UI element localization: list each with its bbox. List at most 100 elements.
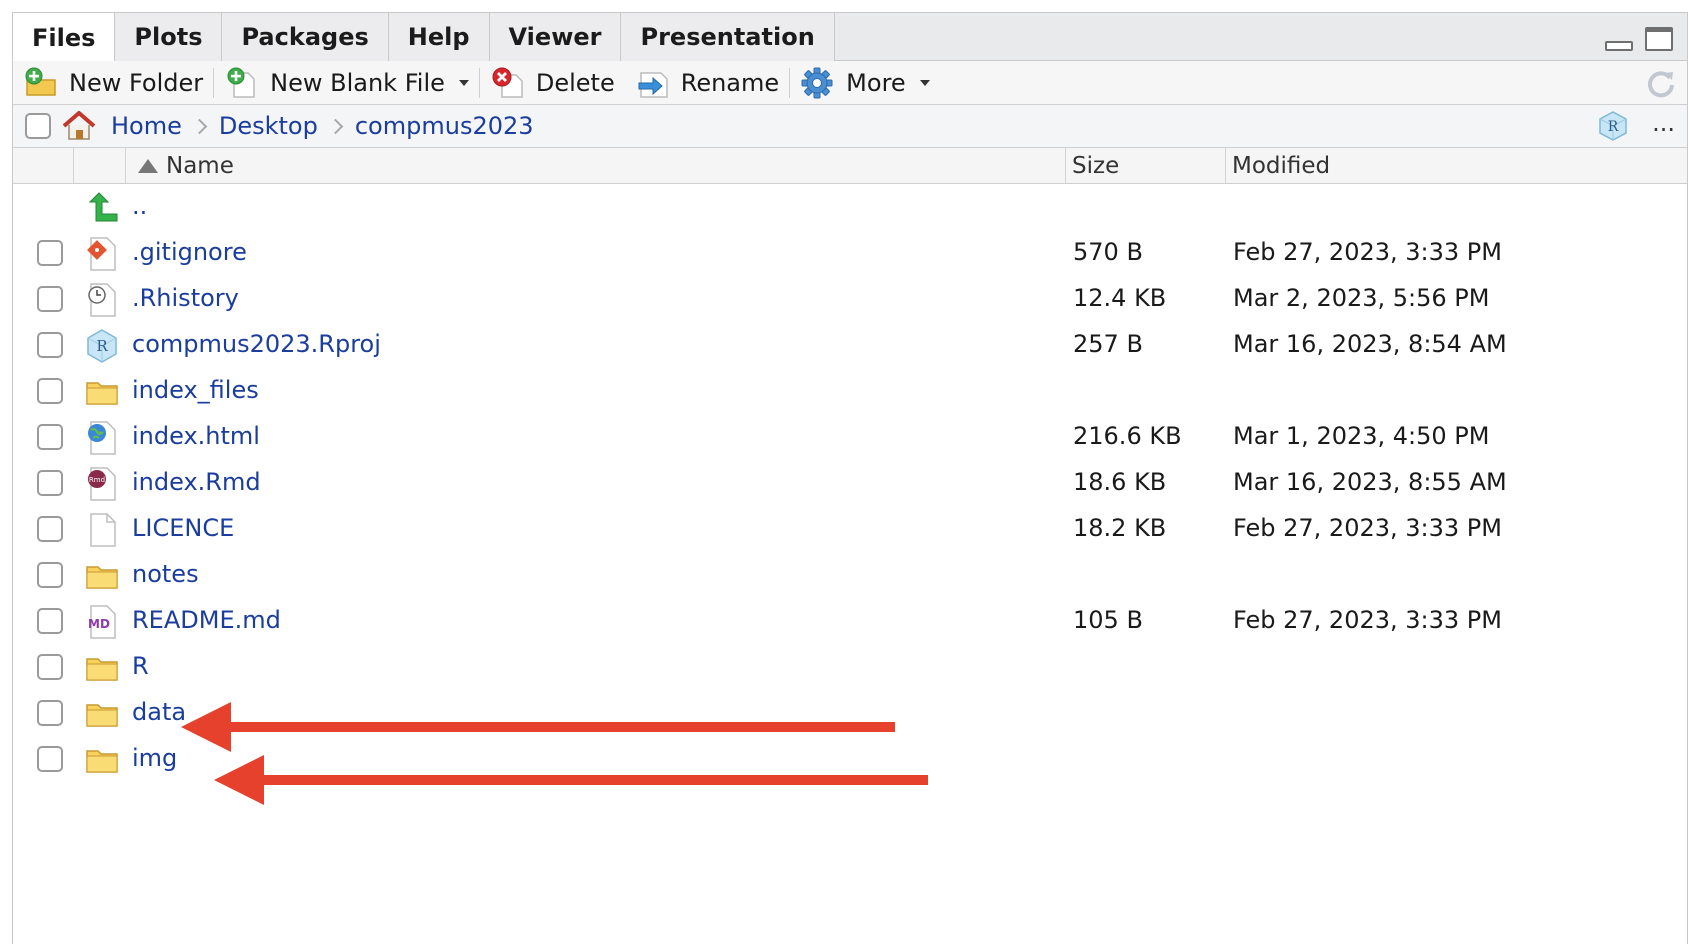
git-file-icon [85, 236, 119, 272]
file-modified: Feb 27, 2023, 3:33 PM [1233, 606, 1502, 634]
more-label: More [846, 68, 906, 97]
file-row[interactable]: .Rhistory 12.4 KB Mar 2, 2023, 5:56 PM [13, 277, 1687, 323]
row-checkbox[interactable] [37, 332, 63, 358]
home-icon[interactable] [61, 110, 97, 142]
new-file-icon [224, 67, 260, 99]
rename-button[interactable]: Rename [625, 63, 789, 103]
tab-viewer[interactable]: Viewer [489, 13, 622, 61]
file-row[interactable]: img [13, 737, 1687, 783]
folder-icon [85, 374, 119, 410]
new-blank-file-button[interactable]: New Blank File [214, 63, 479, 103]
files-pane: Files Plots Packages Help Viewer Present… [12, 12, 1688, 944]
file-name-link[interactable]: compmus2023.Rproj [132, 330, 381, 358]
file-row[interactable]: notes [13, 553, 1687, 599]
file-name-link[interactable]: README.md [132, 606, 281, 634]
path-more-button[interactable]: ... [1652, 109, 1675, 137]
row-checkbox[interactable] [37, 240, 63, 266]
file-modified: Mar 16, 2023, 8:54 AM [1233, 330, 1507, 358]
breadcrumb-desktop[interactable]: Desktop [219, 112, 318, 140]
folder-icon [85, 696, 119, 732]
go-to-project-directory-icon[interactable]: R [1597, 110, 1629, 146]
file-name-link[interactable]: index_files [132, 376, 259, 404]
file-name-link[interactable]: index.Rmd [132, 468, 261, 496]
file-row[interactable]: index.html 216.6 KB Mar 1, 2023, 4:50 PM [13, 415, 1687, 461]
file-name-link[interactable]: notes [132, 560, 199, 588]
file-name-link[interactable]: .gitignore [132, 238, 247, 266]
history-file-icon [85, 282, 119, 318]
svg-text:R: R [1608, 119, 1619, 135]
select-all-checkbox[interactable] [25, 113, 51, 139]
file-row[interactable]: R [13, 645, 1687, 691]
breadcrumb-home[interactable]: Home [111, 112, 182, 140]
row-checkbox[interactable] [37, 516, 63, 542]
tab-plots[interactable]: Plots [115, 13, 223, 61]
parent-directory-row[interactable]: .. [13, 185, 1687, 231]
breadcrumb-compmus2023[interactable]: compmus2023 [355, 112, 534, 140]
row-checkbox[interactable] [37, 700, 63, 726]
parent-directory-link[interactable]: .. [132, 192, 147, 220]
file-row[interactable]: LICENCE 18.2 KB Feb 27, 2023, 3:33 PM [13, 507, 1687, 553]
new-folder-button[interactable]: New Folder [13, 63, 213, 103]
file-name-link[interactable]: R [132, 652, 149, 680]
file-name-link[interactable]: data [132, 698, 186, 726]
tab-bar: Files Plots Packages Help Viewer Present… [13, 13, 1687, 62]
row-checkbox[interactable] [37, 654, 63, 680]
delete-button[interactable]: Delete [480, 63, 625, 103]
header-modified-label: Modified [1232, 153, 1331, 179]
file-row[interactable]: data [13, 691, 1687, 737]
go-up-arrow-icon [85, 190, 119, 226]
new-folder-icon [23, 67, 59, 99]
file-list-header: Name Size Modified [13, 148, 1687, 184]
file-row[interactable]: Rcompmus2023.Rproj 257 B Mar 16, 2023, 8:5… [13, 323, 1687, 369]
file-modified: Mar 16, 2023, 8:55 AM [1233, 468, 1507, 496]
refresh-icon[interactable] [1645, 67, 1677, 99]
header-name-label: Name [166, 153, 234, 179]
chevron-right-icon [191, 118, 208, 134]
minimize-pane-icon[interactable] [1605, 41, 1633, 51]
tab-help[interactable]: Help [388, 13, 490, 61]
file-name-link[interactable]: index.html [132, 422, 260, 450]
dropdown-caret-icon[interactable] [458, 79, 469, 86]
row-checkbox[interactable] [37, 378, 63, 404]
row-checkbox[interactable] [37, 286, 63, 312]
row-checkbox[interactable] [37, 562, 63, 588]
tab-packages[interactable]: Packages [222, 13, 389, 61]
folder-icon [85, 650, 119, 686]
file-name-link[interactable]: .Rhistory [132, 284, 239, 312]
file-row[interactable]: MD README.md 105 B Feb 27, 2023, 3:33 PM [13, 599, 1687, 645]
dropdown-caret-icon[interactable] [919, 79, 930, 86]
file-modified: Feb 27, 2023, 3:33 PM [1233, 514, 1502, 542]
header-size-label: Size [1072, 153, 1120, 179]
svg-text:R: R [96, 337, 108, 355]
file-size: 12.4 KB [1073, 284, 1167, 312]
delete-icon [490, 67, 526, 99]
gear-icon [800, 67, 836, 99]
file-size: 257 B [1073, 330, 1143, 358]
file-name-link[interactable]: LICENCE [132, 514, 234, 542]
rmd-file-icon: Rmd [85, 466, 119, 502]
file-row[interactable]: index_files [13, 369, 1687, 415]
header-modified[interactable]: Modified [1225, 148, 1689, 184]
header-name[interactable]: Name [125, 148, 1065, 184]
file-size: 18.6 KB [1073, 468, 1167, 496]
file-row[interactable]: Rmd index.Rmd 18.6 KB Mar 16, 2023, 8:55 AM [13, 461, 1687, 507]
file-row[interactable]: .gitignore 570 B Feb 27, 2023, 3:33 PM [13, 231, 1687, 277]
tab-presentation[interactable]: Presentation [621, 13, 835, 61]
more-button[interactable]: More [790, 63, 940, 103]
new-folder-label: New Folder [69, 68, 204, 97]
file-name-link[interactable]: img [132, 744, 177, 772]
row-checkbox[interactable] [37, 746, 63, 772]
folder-icon [85, 742, 119, 778]
row-checkbox[interactable] [37, 424, 63, 450]
tab-files[interactable]: Files [13, 13, 116, 62]
header-size[interactable]: Size [1065, 148, 1225, 184]
files-toolbar: New Folder New Blank File Delete Rename … [13, 61, 1687, 105]
chevron-right-icon [327, 118, 344, 134]
row-checkbox[interactable] [37, 470, 63, 496]
file-modified: Mar 2, 2023, 5:56 PM [1233, 284, 1490, 312]
maximize-pane-icon[interactable] [1645, 27, 1673, 51]
breadcrumb: Home Desktop compmus2023 R ... [13, 105, 1687, 148]
file-size: 18.2 KB [1073, 514, 1167, 542]
new-blank-file-label: New Blank File [270, 68, 445, 97]
row-checkbox[interactable] [37, 608, 63, 634]
